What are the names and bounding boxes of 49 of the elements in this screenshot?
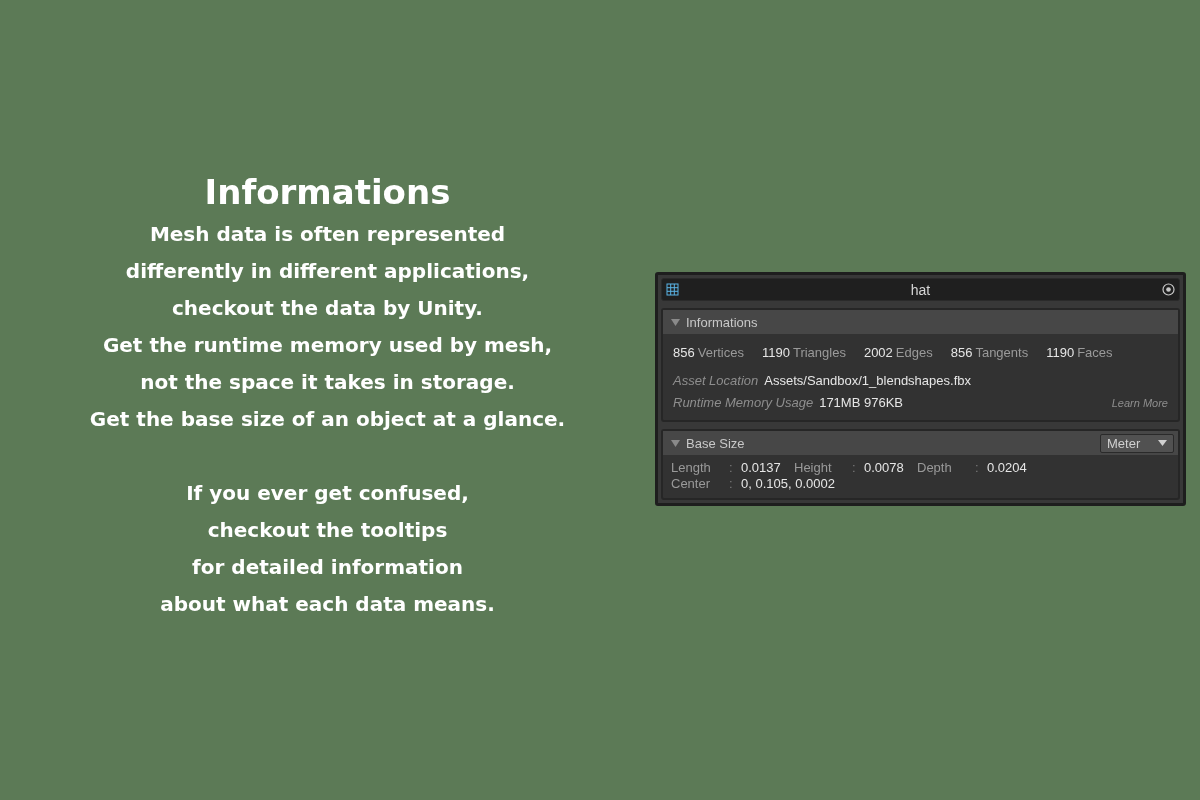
description-line: Get the runtime memory used by mesh, bbox=[102, 332, 553, 359]
foldout-header[interactable]: Informations bbox=[663, 310, 1178, 334]
field-value: Assets/Sandbox/1_blendshapes.fbx bbox=[764, 372, 971, 390]
description-line: Mesh data is often represented bbox=[149, 221, 506, 248]
separator: : bbox=[729, 476, 734, 492]
stat-unit: Vertices bbox=[697, 345, 744, 360]
description-line: about what each data means. bbox=[160, 591, 495, 618]
section-title: Informations bbox=[686, 314, 759, 330]
stat-unit: Edges bbox=[895, 345, 933, 360]
section-title: Base Size bbox=[686, 435, 746, 451]
stat-count: 1190 bbox=[761, 345, 790, 360]
size-value: 0, 0.105, 0.0002 bbox=[741, 476, 835, 492]
headline: Informations bbox=[204, 172, 451, 212]
stat-unit: Triangles bbox=[792, 345, 846, 360]
caret-icon bbox=[1158, 440, 1167, 446]
triangle-down-icon[interactable] bbox=[671, 317, 680, 327]
separator: : bbox=[729, 460, 734, 476]
size-value: 0.0078 bbox=[864, 460, 904, 476]
description-line: Get the base size of an object at a glance. bbox=[89, 406, 566, 433]
stat-count: 856 bbox=[673, 345, 695, 360]
field-value: 171MB 976KB bbox=[819, 394, 903, 412]
size-label: Center bbox=[671, 476, 712, 492]
description-line: checkout the data by Unity. bbox=[172, 295, 483, 322]
grid-icon bbox=[666, 283, 679, 296]
description-line: not the space it takes in storage. bbox=[140, 369, 515, 396]
size-value: 0.0137 bbox=[741, 460, 781, 476]
separator: : bbox=[852, 460, 857, 476]
stat-unit: Tangents bbox=[975, 345, 1029, 360]
description-line: differently in different applications, bbox=[125, 258, 530, 285]
stat-count: 2002 bbox=[863, 345, 893, 360]
size-label: Height bbox=[794, 460, 833, 476]
unit-dropdown[interactable]: Meter bbox=[1100, 433, 1174, 453]
size-label: Depth bbox=[917, 460, 953, 476]
description-line: If you ever get confused, bbox=[186, 480, 469, 507]
foldout-header[interactable]: Base Size Meter bbox=[663, 431, 1178, 455]
triangle-down-icon[interactable] bbox=[671, 438, 680, 448]
stat-count: 1190 bbox=[1046, 345, 1075, 360]
stat-unit: Faces bbox=[1077, 345, 1113, 360]
separator: : bbox=[975, 460, 980, 476]
field-label: Runtime Memory Usage bbox=[673, 394, 814, 412]
learn-more-link[interactable]: Learn More bbox=[1111, 392, 1168, 414]
size-value: 0.0204 bbox=[987, 460, 1027, 476]
field-label: Asset Location bbox=[673, 372, 759, 390]
object-name: hat bbox=[909, 281, 932, 298]
size-label: Length bbox=[671, 460, 712, 476]
description-line: checkout the tooltips bbox=[207, 517, 448, 544]
target-icon[interactable] bbox=[1162, 283, 1175, 296]
stat-count: 856 bbox=[950, 345, 973, 360]
description-line: for detailed information bbox=[192, 554, 463, 581]
